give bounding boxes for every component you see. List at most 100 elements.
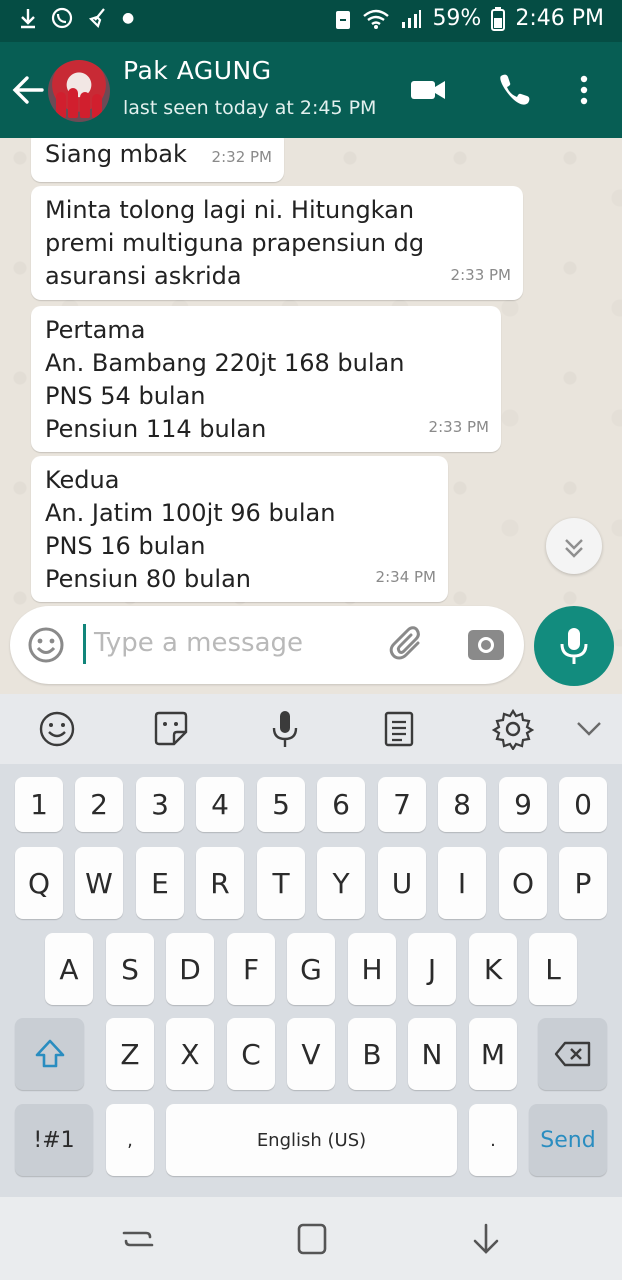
keyboard-toolbar	[0, 694, 622, 764]
battery-saver-icon	[336, 10, 351, 29]
key-4[interactable]: 4	[196, 777, 244, 832]
key-c[interactable]: C	[227, 1018, 275, 1090]
battery-icon	[491, 6, 506, 31]
message-composer[interactable]: Type a message	[10, 606, 524, 684]
key-p[interactable]: P	[559, 847, 607, 919]
back-icon[interactable]	[466, 1219, 506, 1259]
message-time: 2:33 PM	[450, 266, 511, 284]
key-8[interactable]: 8	[438, 777, 486, 832]
key-w[interactable]: W	[75, 847, 123, 919]
battery-percent: 59%	[432, 6, 482, 31]
key-f[interactable]: F	[227, 933, 275, 1005]
key-z[interactable]: Z	[106, 1018, 154, 1090]
key-0[interactable]: 0	[559, 777, 607, 832]
contact-name[interactable]: Pak AGUNG	[123, 56, 272, 85]
avatar-figure	[68, 88, 78, 118]
clock: 2:46 PM	[515, 6, 604, 31]
emoji-icon[interactable]	[36, 708, 78, 750]
key-9[interactable]: 9	[499, 777, 547, 832]
home-icon[interactable]	[292, 1219, 332, 1259]
dot-indicator: ●	[122, 10, 135, 26]
message-bubble[interactable]: Pertama An. Bambang 220jt 168 bulan PNS …	[31, 306, 501, 452]
key-5[interactable]: 5	[257, 777, 305, 832]
voice-input-icon[interactable]	[264, 708, 306, 750]
sticker-icon[interactable]	[150, 708, 192, 750]
avatar-figure	[80, 92, 90, 118]
key-7[interactable]: 7	[378, 777, 426, 832]
symbols-key[interactable]: !#1	[15, 1104, 93, 1176]
whatsapp-icon	[51, 7, 73, 29]
avatar-figure	[56, 92, 66, 118]
message-line: Pensiun 114 bulan	[45, 415, 267, 443]
recent-apps-icon[interactable]	[118, 1219, 158, 1259]
message-bubble[interactable]: Siang mbak 2:32 PM	[31, 138, 284, 182]
contact-avatar[interactable]	[48, 60, 110, 122]
avatar-figure	[92, 94, 102, 118]
message-time: 2:34 PM	[375, 568, 436, 586]
key-d[interactable]: D	[166, 933, 214, 1005]
clipboard-icon[interactable]	[378, 708, 420, 750]
key-3[interactable]: 3	[136, 777, 184, 832]
video-call-icon[interactable]	[408, 70, 448, 110]
chat-header: Pak AGUNG last seen today at 2:45 PM	[0, 42, 622, 138]
shift-arrow-icon	[35, 1039, 64, 1068]
message-line: PNS 54 bulan	[45, 382, 206, 410]
key-g[interactable]: G	[287, 933, 335, 1005]
message-line: Pertama	[45, 316, 146, 344]
voice-message-button[interactable]	[534, 606, 614, 686]
key-1[interactable]: 1	[15, 777, 63, 832]
message-bubble[interactable]: Minta tolong lagi ni. Hitungkan premi mu…	[31, 186, 523, 300]
emoji-icon[interactable]	[26, 625, 66, 665]
more-options-icon[interactable]	[572, 70, 596, 110]
key-s[interactable]: S	[106, 933, 154, 1005]
key-o[interactable]: O	[499, 847, 547, 919]
key-n[interactable]: N	[408, 1018, 456, 1090]
message-line: An. Bambang 220jt 168 bulan	[45, 349, 405, 377]
key-l[interactable]: L	[529, 933, 577, 1005]
scroll-to-bottom-button[interactable]	[546, 518, 602, 574]
key-u[interactable]: U	[378, 847, 426, 919]
key-x[interactable]: X	[166, 1018, 214, 1090]
key-t[interactable]: T	[257, 847, 305, 919]
shift-key[interactable]	[15, 1018, 84, 1090]
space-key[interactable]: English (US)	[166, 1104, 457, 1176]
message-line: premi multiguna prapensiun dg	[45, 229, 425, 257]
settings-gear-icon[interactable]	[492, 708, 534, 750]
key-k[interactable]: K	[469, 933, 517, 1005]
key-2[interactable]: 2	[75, 777, 123, 832]
voice-call-icon[interactable]	[494, 70, 530, 110]
back-arrow-icon[interactable]	[10, 70, 46, 110]
key-6[interactable]: 6	[317, 777, 365, 832]
key-j[interactable]: J	[408, 933, 456, 1005]
key-a[interactable]: A	[45, 933, 93, 1005]
key-e[interactable]: E	[136, 847, 184, 919]
message-bubble[interactable]: Kedua An. Jatim 100jt 96 bulan PNS 16 bu…	[31, 456, 448, 602]
system-indicators: 59% 2:46 PM	[334, 6, 604, 31]
send-key[interactable]: Send	[529, 1104, 607, 1176]
notification-icons: ●	[18, 6, 134, 30]
key-q[interactable]: Q	[15, 847, 63, 919]
navigation-bar	[0, 1197, 622, 1280]
chevron-down-icon[interactable]	[568, 708, 610, 750]
message-line: PNS 16 bulan	[45, 532, 206, 560]
backspace-key[interactable]	[538, 1018, 607, 1090]
key-v[interactable]: V	[287, 1018, 335, 1090]
key-r[interactable]: R	[196, 847, 244, 919]
message-line: Kedua	[45, 466, 120, 494]
camera-icon[interactable]	[465, 624, 507, 666]
signal-icon	[402, 9, 422, 28]
key-m[interactable]: M	[469, 1018, 517, 1090]
microphone-icon	[560, 628, 588, 664]
attach-icon[interactable]	[388, 625, 428, 665]
key-h[interactable]: H	[348, 933, 396, 1005]
period-key[interactable]: .	[469, 1104, 517, 1176]
key-i[interactable]: I	[438, 847, 486, 919]
download-icon	[21, 9, 35, 29]
soft-keyboard: 1 2 3 4 5 6 7 8 9 0 Q W E R T Y U I O P …	[0, 694, 622, 1197]
comma-key[interactable]: ,	[106, 1104, 154, 1176]
key-y[interactable]: Y	[317, 847, 365, 919]
message-input-placeholder[interactable]: Type a message	[94, 628, 303, 658]
wifi-icon	[363, 9, 390, 29]
message-time: 2:33 PM	[428, 418, 489, 436]
key-b[interactable]: B	[348, 1018, 396, 1090]
